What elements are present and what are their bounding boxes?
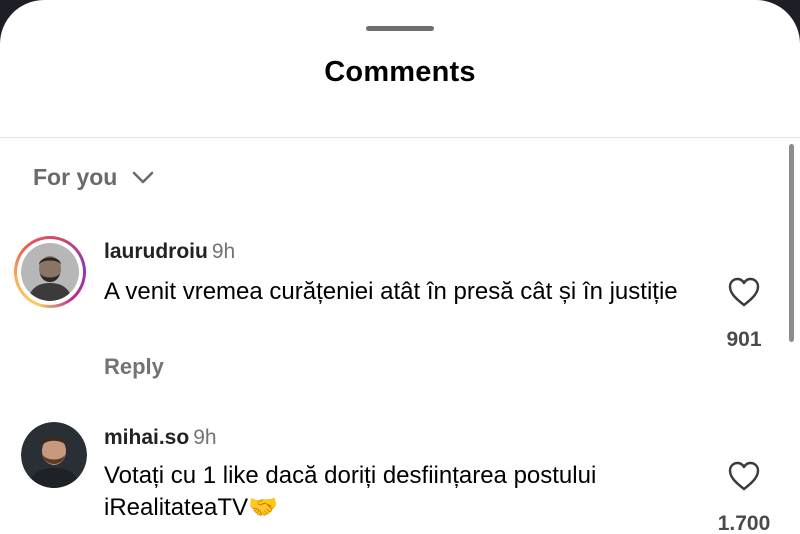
username-link[interactable]: mihai.so xyxy=(104,426,189,449)
like-count: 901 xyxy=(726,328,762,351)
heart-icon[interactable] xyxy=(727,460,761,492)
header-divider xyxy=(0,137,800,138)
comments-sheet: Comments For you laurudroiu 9h A venit v… xyxy=(0,0,800,534)
comment-username[interactable]: laurudroiu 9h xyxy=(104,240,235,264)
sort-label: For you xyxy=(33,164,118,190)
chevron-down-icon xyxy=(133,171,154,183)
like-count: 1.700 xyxy=(717,512,771,534)
avatar xyxy=(21,243,79,301)
reply-button[interactable]: Reply xyxy=(104,354,164,380)
comment-time: 9h xyxy=(211,240,236,263)
avatar-image xyxy=(21,422,87,488)
comment-username[interactable]: mihai.so 9h xyxy=(104,426,217,450)
avatar[interactable] xyxy=(0,422,90,494)
username-link[interactable]: laurudroiu xyxy=(104,240,208,263)
sort-dropdown[interactable]: For you xyxy=(33,164,155,191)
comment-text: Votați cu 1 like dacă doriți desființare… xyxy=(104,462,597,521)
comment-text: A venit vremea curățeniei atât în presă … xyxy=(104,278,678,305)
heart-icon[interactable] xyxy=(727,276,761,308)
avatar-with-story-ring[interactable] xyxy=(0,236,90,316)
drag-handle[interactable] xyxy=(366,26,434,31)
sheet-title: Comments xyxy=(324,56,476,88)
comment-time: 9h xyxy=(193,426,217,449)
scrollbar[interactable] xyxy=(789,144,794,342)
